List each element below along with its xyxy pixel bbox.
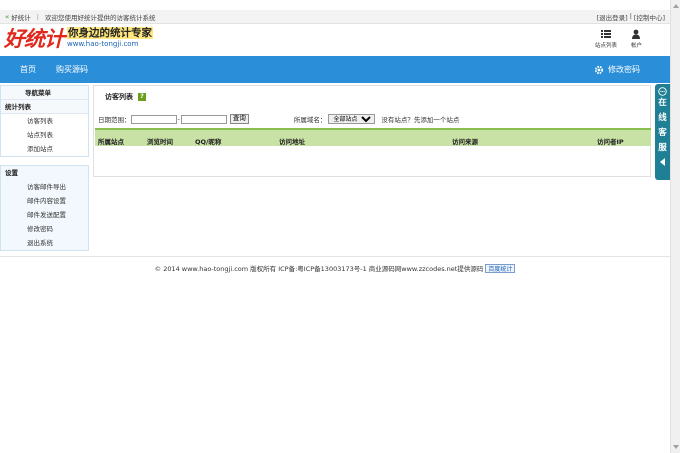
float-char-3: 客 [658,128,667,138]
sidebar-item-mail-config[interactable]: 邮件发送配置 [1,208,88,222]
sidebar-item-change-password[interactable]: 修改密码 [1,222,88,236]
footer: © 2014 www.hao-tongji.com 版权所有 ICP备:粤ICP… [0,263,670,273]
topbar-links: [退出登录] | [控制中心] [597,12,665,22]
sidebar-stats-box: 导航菜单 统计列表 访客列表 站点列表 添加站点 [0,85,89,157]
topbar-separator: | [36,12,39,21]
control-center-link[interactable]: [控制中心] [634,12,665,22]
site-list-label: 站点列表 [594,43,617,49]
col-qq-nickname: QQ/昵称 [195,138,222,146]
logout-link[interactable]: [退出登录] [597,12,628,22]
online-service-float[interactable]: 在 线 客 服 [655,84,670,180]
visitor-table: 所属站点 浏览时间 QQ/昵称 访问地址 访问来源 访问者IP [95,128,651,146]
chat-icon [658,87,667,96]
date-end-input[interactable] [180,114,227,124]
user-icon [632,29,641,39]
page-scrollbar[interactable] [670,0,680,453]
sidebar-item-export[interactable]: 访客邮件导出 [1,180,88,194]
footer-copyright: © 2014 www.hao-tongji.com 版权所有 ICP备:粤ICP… [154,265,484,273]
collapse-arrow-icon[interactable] [660,158,665,166]
domain-select[interactable]: 全部站点 [328,114,376,124]
account-button[interactable]: 帐户 [631,29,642,49]
welcome-text: 欢迎您使用好统计提供的访客统计系统 [45,13,156,22]
site-list-button[interactable]: 站点列表 [595,29,617,49]
gear-icon [594,65,604,74]
header: 好统计 你身边的统计专家 www.hao-tongji.com 站点列表 帐户 [0,24,670,56]
float-char-4: 服 [658,143,667,153]
domain-label: 所属域名： [293,116,327,124]
baidu-stats-badge[interactable]: 百度统计 [485,263,516,273]
nav-item-buy-source[interactable]: 购买源码 [46,56,98,83]
main-nav: 首页 购买源码 修改密码 [0,56,670,83]
change-password-label: 修改密码 [608,65,640,74]
sidebar-item-mail-content[interactable]: 邮件内容设置 [1,194,88,208]
logo-url: www.hao-tongji.com [67,40,139,48]
footer-divider [0,256,670,257]
sidebar-item-site-list[interactable]: 站点列表 [1,128,88,142]
col-visit-url: 访问地址 [279,138,305,146]
date-dash: - [177,115,180,123]
top-bar: « 好统计 | 欢迎您使用好统计提供的访客统计系统 [退出登录] | [控制中心… [0,10,670,24]
col-site: 所属站点 [98,138,124,146]
sidebar-settings-box: 设置 访客邮件导出 邮件内容设置 邮件发送配置 修改密码 退出系统 [0,165,89,251]
baidu-stats-label: 百度统计 [488,265,513,273]
table-header: 所属站点 浏览时间 QQ/昵称 访问地址 访问来源 访问者IP [95,128,651,146]
float-char-2: 线 [658,113,667,123]
panel-title: 访客列表 ? [105,92,146,102]
logo-text: 你身边的统计专家 www.hao-tongji.com [67,27,153,49]
query-button[interactable]: 查询 [229,114,249,124]
header-tools: 站点列表 帐户 [595,29,642,49]
logo-slogan: 你身边的统计专家 [67,27,153,39]
scroll-up-icon[interactable] [673,4,679,8]
list-icon [600,30,611,38]
chevron-icon: « [5,12,10,21]
date-range-label: 日期范围： [98,116,131,124]
float-char-1: 在 [658,98,667,108]
add-site-hint[interactable]: 没有站点？先添加一个站点 [381,114,459,124]
help-icon[interactable]: ? [138,93,146,101]
sidebar-item-logout[interactable]: 退出系统 [1,236,88,250]
col-browse-time: 浏览时间 [147,138,173,146]
nav-item-home[interactable]: 首页 [0,56,46,83]
sidebar-item-add-site[interactable]: 添加站点 [1,142,88,156]
filter-bar: 日期范围： - 查询 所属域名： 全部站点 没有站点？先添加一个站点 [98,114,459,124]
scroll-down-icon[interactable] [673,445,679,449]
logo-mark: 好统计 [4,26,65,51]
date-start-input[interactable] [130,114,177,124]
col-visit-source: 访问来源 [452,138,478,146]
col-visitor-ip: 访问者IP [597,138,624,146]
panel-title-text: 访客列表 [105,93,133,101]
change-password-link[interactable]: 修改密码 [594,64,640,75]
account-label: 帐户 [630,43,642,49]
sidebar: 导航菜单 统计列表 访客列表 站点列表 添加站点 设置 访客邮件导出 邮件内容设… [0,85,89,251]
logo[interactable]: 好统计 你身边的统计专家 www.hao-tongji.com [4,27,153,51]
sidebar-item-visitor-list[interactable]: 访客列表 [1,114,88,128]
topbar-divider: | [629,11,632,20]
page: « 好统计 | 欢迎您使用好统计提供的访客统计系统 [退出登录] | [控制中心… [0,0,680,453]
sidebar-section-stats: 统计列表 [1,100,88,114]
sidebar-section-settings: 设置 [1,166,88,180]
brand-link[interactable]: 好统计 [11,12,31,22]
sidebar-menu-title: 导航菜单 [1,86,88,100]
visitor-list-panel: 访客列表 ? 日期范围： - 查询 所属域名： 全部站点 没有站点？先添加一个站… [93,85,651,177]
